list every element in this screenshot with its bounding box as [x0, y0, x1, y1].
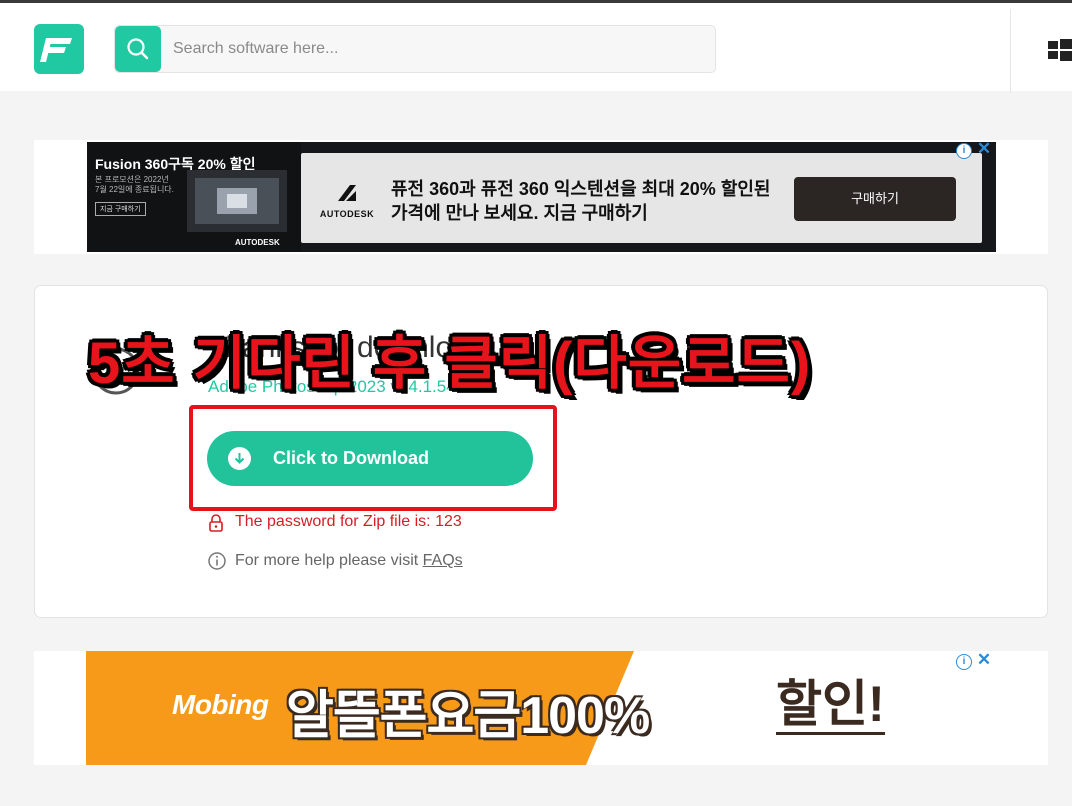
ad-promo-brand: AUTODESK	[235, 238, 280, 247]
header-divider	[1010, 9, 1011, 93]
ad-buy-button[interactable]: 구매하기	[794, 177, 956, 221]
windows-icon[interactable]	[1048, 39, 1072, 61]
info-icon	[208, 552, 226, 570]
search-button[interactable]	[115, 26, 161, 72]
ad-close-icon[interactable]: ✕	[976, 651, 992, 669]
password-text: The password for Zip file is: 123	[235, 513, 462, 530]
help-text: For more help please visit FAQs	[235, 552, 463, 570]
download-button[interactable]: Click to Download	[207, 431, 533, 486]
autodesk-logo: AUTODESK	[319, 185, 375, 219]
search-bar	[114, 25, 716, 73]
ad-info-icon[interactable]: i	[956, 654, 972, 670]
ad-main-text: 알뜰폰요금100%	[286, 687, 650, 745]
autodesk-logo-text: AUTODESK	[319, 209, 375, 219]
help-prefix: For more help please visit	[235, 552, 423, 569]
ad-promo-button[interactable]: 지금 구매하기	[95, 202, 146, 216]
ad-promo-subtitle: 본 프로모션은 2022년 7월 22일에 종료됩니다.	[95, 175, 174, 194]
ad-discount-text: 할인!	[776, 676, 885, 735]
mobing-ad[interactable]: Mobing 알뜰폰요금100% 할인!	[86, 651, 994, 765]
ad-close-icon[interactable]: ✕	[976, 140, 992, 158]
faqs-link[interactable]: FAQs	[423, 552, 463, 569]
mobing-logo: Mobing	[172, 689, 269, 720]
ad-message-text: 퓨전 360과 퓨전 360 익스텐션을 최대 20% 할인된 가격에 만나 보…	[391, 179, 771, 223]
ad-promo-panel: Fusion 360구독 20% 할인 본 프로모션은 2022년 7월 22일…	[87, 142, 301, 252]
logo-f-icon	[40, 38, 72, 62]
lock-icon	[209, 514, 223, 532]
search-input[interactable]	[173, 26, 693, 72]
download-button-label: Click to Download	[273, 448, 430, 468]
ad-message-panel: AUTODESK 퓨전 360과 퓨전 360 익스텐션을 최대 20% 할인된…	[301, 153, 982, 243]
annotation-overlay-text: 5초 기다린 후 클릭(다운로드)	[88, 331, 812, 396]
autodesk-ad[interactable]: Fusion 360구독 20% 할인 본 프로모션은 2022년 7월 22일…	[87, 142, 996, 252]
site-header	[0, 3, 1072, 93]
ad-banner-bottom[interactable]: Mobing 알뜰폰요금100% 할인! i ✕	[34, 651, 1048, 765]
site-logo[interactable]	[34, 24, 84, 74]
product-render-image	[187, 170, 287, 232]
ad-banner-top[interactable]: Fusion 360구독 20% 할인 본 프로모션은 2022년 7월 22일…	[34, 140, 1048, 254]
download-arrow-icon	[228, 447, 251, 470]
autodesk-a-icon	[338, 185, 356, 201]
search-icon	[127, 38, 149, 60]
ad-info-icon[interactable]: i	[956, 143, 972, 159]
